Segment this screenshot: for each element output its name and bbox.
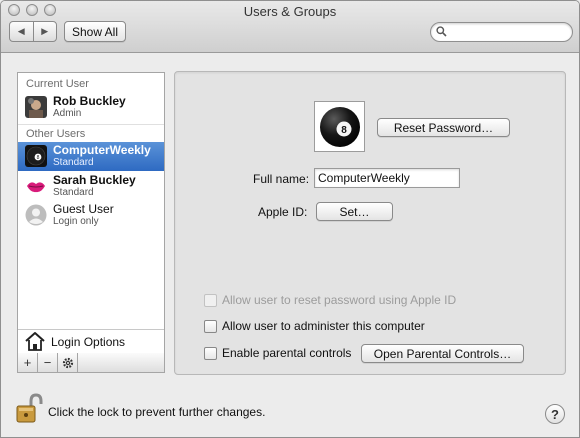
user-name: Guest User: [53, 202, 114, 216]
checkbox-label: Enable parental controls: [222, 346, 352, 360]
unlocked-padlock-icon[interactable]: [15, 393, 43, 425]
user-list-toolbar: + −: [17, 353, 165, 373]
search-input[interactable]: [449, 25, 567, 39]
remove-user-button[interactable]: −: [38, 353, 58, 372]
user-name: Sarah Buckley: [53, 173, 136, 187]
current-user-heading: Current User: [26, 78, 89, 90]
other-users-heading: Other Users: [26, 128, 86, 140]
user-role: Admin: [53, 108, 82, 119]
gear-icon[interactable]: [58, 353, 78, 372]
section-divider: [18, 124, 164, 125]
lips-avatar: [25, 175, 47, 197]
user-role: Standard: [53, 187, 94, 198]
parental-controls-checkbox[interactable]: [204, 346, 217, 360]
user-name: Rob Buckley: [53, 94, 126, 108]
svg-text:8: 8: [341, 125, 347, 136]
apple-id-label: Apple ID:: [258, 205, 308, 219]
add-user-button[interactable]: +: [18, 353, 38, 372]
user-role: Standard: [53, 157, 94, 168]
back-arrow-icon[interactable]: ◀: [10, 22, 34, 41]
set-apple-id-button[interactable]: Set…: [316, 202, 393, 221]
search-field[interactable]: [430, 22, 573, 42]
login-options-label: Login Options: [51, 335, 126, 349]
user-row-computerweekly[interactable]: 8 ComputerWeekly Standard: [18, 142, 164, 171]
reset-password-apple-id-checkbox: [204, 293, 217, 307]
lock-message: Click the lock to prevent further change…: [48, 405, 266, 419]
show-all-button[interactable]: Show All: [64, 21, 126, 42]
eight-ball-avatar: 8: [319, 106, 360, 147]
reset-password-apple-id-option: Allow user to reset password using Apple…: [204, 293, 456, 307]
svg-text:8: 8: [37, 155, 40, 161]
administer-computer-checkbox[interactable]: [204, 319, 217, 333]
parental-controls-option[interactable]: Enable parental controls: [204, 346, 351, 360]
checkbox-label: Allow user to administer this computer: [222, 319, 425, 333]
forward-arrow-icon[interactable]: ▶: [34, 22, 57, 41]
user-row-sarah-buckley[interactable]: Sarah Buckley Standard: [18, 172, 164, 201]
full-name-label: Full name:: [253, 172, 310, 186]
user-row-guest-user[interactable]: Guest User Login only: [18, 201, 164, 230]
window-title: Users & Groups: [243, 4, 337, 19]
help-button[interactable]: ?: [545, 404, 565, 424]
user-name: ComputerWeekly: [53, 143, 151, 157]
full-name-field[interactable]: [314, 168, 460, 188]
login-options-row[interactable]: Login Options: [18, 329, 164, 353]
user-role: Login only: [53, 216, 99, 227]
user-row-rob-buckley[interactable]: Rob Buckley Admin: [18, 93, 164, 122]
generic-user-icon: [25, 204, 47, 226]
user-list: Current User Rob Buckley Admin Other Use…: [17, 72, 165, 353]
users-groups-window: Users & Groups ◀ ▶ Show All Current User: [0, 0, 580, 438]
open-parental-controls-button[interactable]: Open Parental Controls…: [361, 344, 524, 363]
administer-computer-option[interactable]: Allow user to administer this computer: [204, 319, 425, 333]
user-picture-well[interactable]: 8: [314, 101, 365, 152]
house-icon: [25, 332, 45, 351]
search-icon: [436, 26, 447, 37]
user-photo-avatar: [25, 96, 47, 118]
eight-ball-avatar: 8: [25, 145, 47, 167]
back-forward-control: ◀ ▶: [9, 21, 57, 42]
reset-password-button[interactable]: Reset Password…: [377, 118, 510, 137]
title-bar: Users & Groups ◀ ▶ Show All: [1, 1, 579, 53]
checkbox-label: Allow user to reset password using Apple…: [222, 293, 457, 307]
